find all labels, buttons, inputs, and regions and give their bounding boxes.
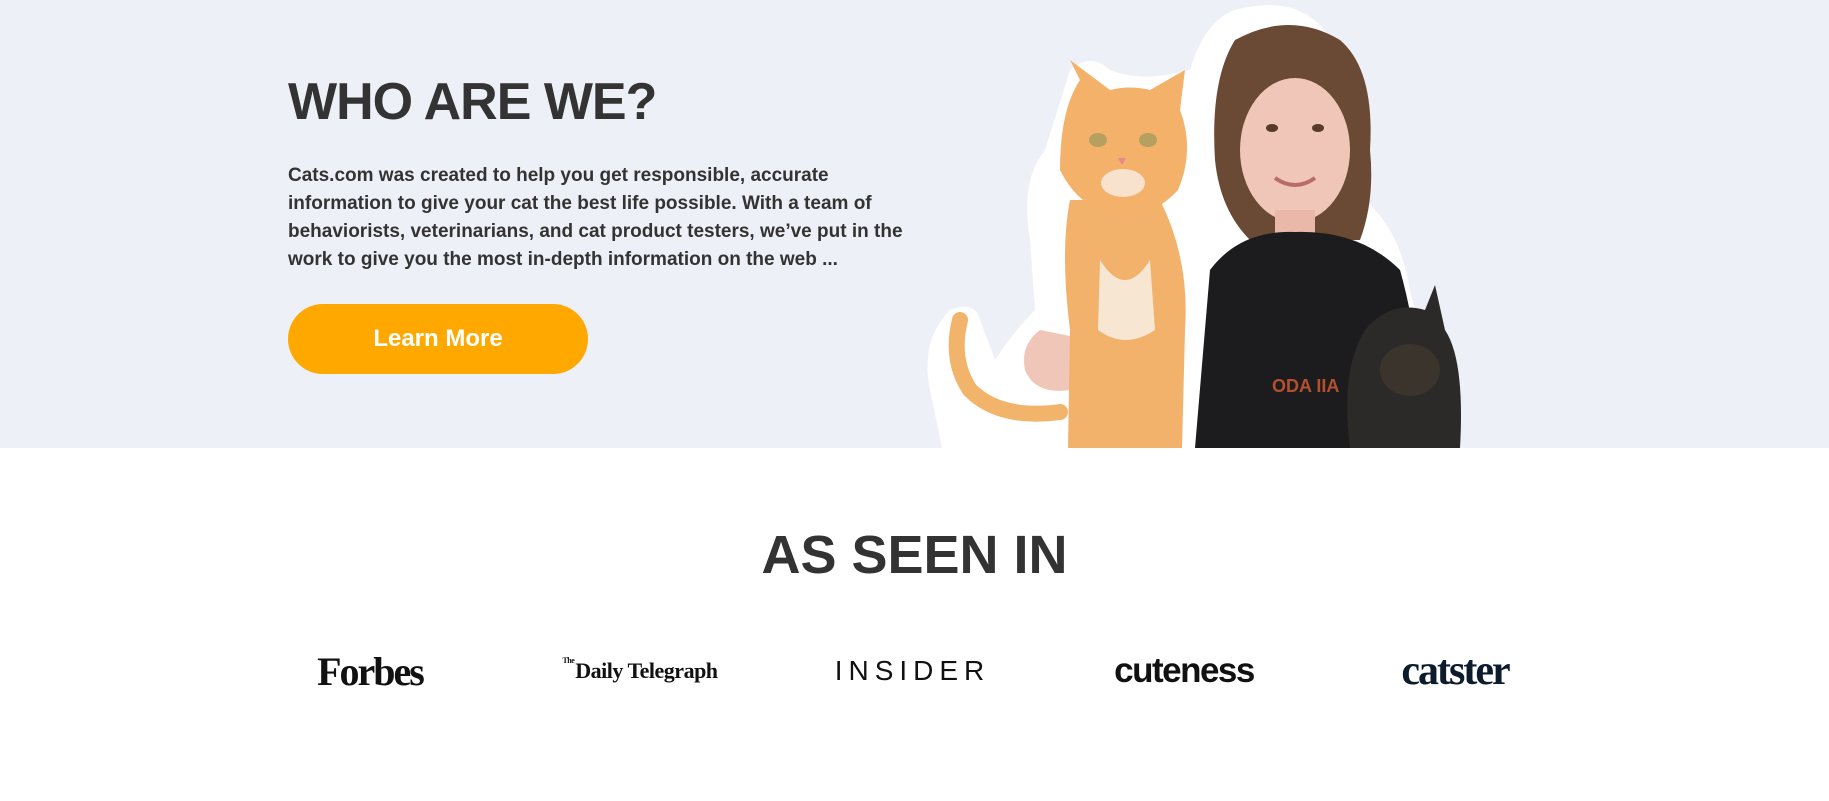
woman-with-cats-photo: ODA IIA bbox=[927, 5, 1461, 448]
daily-telegraph-logo: The Daily Telegraph bbox=[555, 646, 725, 696]
as-seen-in-section: AS SEEN IN Forbes The Daily Telegraph INS… bbox=[0, 448, 1829, 801]
learn-more-button[interactable]: Learn More bbox=[288, 304, 588, 374]
about-section: WHO ARE WE? Cats.com was created to help… bbox=[0, 0, 1829, 448]
about-title: WHO ARE WE? bbox=[288, 73, 657, 131]
as-seen-in-title: AS SEEN IN bbox=[761, 525, 1068, 585]
telegraph-name: Daily Telegraph bbox=[575, 658, 718, 683]
cuteness-logo: cuteness bbox=[1114, 651, 1255, 690]
forbes-logo: Forbes bbox=[317, 648, 425, 694]
insider-logo: INSIDER bbox=[834, 655, 991, 686]
about-description: Cats.com was created to help you get res… bbox=[288, 165, 903, 270]
telegraph-prefix: The bbox=[562, 656, 575, 665]
catster-logo: catster bbox=[1401, 648, 1510, 694]
shirt-print-text: ODA IIA bbox=[1272, 376, 1339, 396]
